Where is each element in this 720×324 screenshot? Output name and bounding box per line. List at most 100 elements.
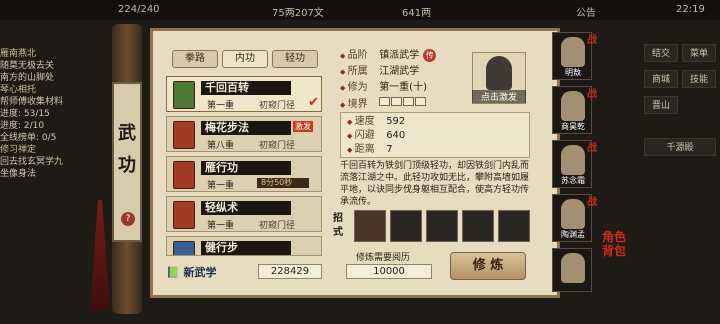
skill-name: 梅花步法 [201,121,291,135]
grade-value: 镇派武学 [379,50,420,61]
stat-value: 640 [386,130,406,141]
party-member[interactable] [552,248,592,292]
coins-text: 641两 [402,8,432,19]
quest-line: 进度: 53/15 [0,109,50,119]
skill-level: 第一重 [207,221,235,231]
stats-box: 速度 592 闪避 640 距离 7 [340,112,530,158]
stat-value: 7 [386,144,393,155]
avatar [561,145,585,175]
clock-text: 22:19 [676,4,705,15]
page-title: 武功 [118,123,136,176]
stat-value: 592 [386,116,406,127]
skill-name: 雁行功 [201,161,291,175]
skill-level: 第一重 [207,101,235,111]
member-name: 商昊乾 [561,122,585,131]
realm-label: 境界 [340,97,376,113]
skill-item[interactable]: 健行步 [166,236,322,256]
cost-value: 10000 [346,264,432,279]
skill-name: 健行步 [201,241,291,255]
cultivation-label: 修为 [340,80,376,96]
skill-item[interactable]: 雁行功 第一重 8分50秒 [166,156,322,192]
activate-label[interactable]: 点击激发 [472,90,526,103]
menu-button[interactable]: 晋山 [644,96,678,114]
skill-item[interactable]: 轻纵术 第一重 初窥门径 [166,196,322,232]
skill-name: 千回百转 [201,81,291,95]
menu-button[interactable]: 技能 [682,70,716,88]
stat-label: 速度 [347,115,383,129]
belong-label: 所属 [340,64,376,80]
new-skill-count: 228429 [258,264,322,279]
member-name: 明敖 [565,68,581,77]
right-menu: 结交 菜单 商城 技能 晋山 千源殿 [640,38,720,218]
skill-book-icon [173,121,195,149]
menu-button[interactable]: 结交 [644,44,678,62]
quest-panel: 雁南燕北 随莫无极去关 南方的山脚处 琴心相托 帮师傅收集材料 进度: 53/1… [0,48,110,248]
battle-mark: 战 [587,35,597,46]
cultivation-value: 第一重(十) [379,82,427,93]
move-icon[interactable] [390,210,422,242]
train-button[interactable]: 修 炼 [450,252,526,280]
quest-line: 回去找玄冥学九 [0,157,64,167]
move-icon[interactable] [498,210,530,242]
menu-button[interactable]: 商城 [644,70,678,88]
monk-figure-icon [486,56,512,90]
new-skill-button[interactable]: 📗 新武学 [166,264,217,280]
menu-button[interactable]: 千源殿 [644,138,716,156]
skill-book-icon [173,81,195,109]
quest-title[interactable]: 雁南燕北 [0,48,110,60]
skill-level: 第一重 [207,181,235,191]
notice-button[interactable]: 公告 [576,4,596,19]
party-member[interactable]: 陶渊孟 战 [552,194,597,242]
party-member[interactable]: 商昊乾 战 [552,86,597,134]
battle-mark: 战 [587,89,597,100]
avatar [561,253,585,283]
battle-mark: 战 [587,197,597,208]
quest-line: 全线榜单: 0/5 [0,133,57,143]
new-skill-label: 新武学 [183,266,217,279]
skill-item[interactable]: 梅花步法 激发 第八重 初窥门径 [166,116,322,152]
character-label[interactable]: 角色 [602,230,638,244]
quest-title[interactable]: 修习禅定 [0,144,110,156]
move-icon[interactable] [426,210,458,242]
member-name: 陶渊孟 [561,230,585,239]
silver-text: 75两207文 [272,8,324,19]
moves-label: 招式 [333,213,343,238]
skill-level: 第八重 [207,141,235,151]
skill-book-icon [173,161,195,189]
skill-state: 初窥门径 [259,101,296,111]
move-icon[interactable] [462,210,494,242]
skill-state: 初窥门径 [259,141,296,151]
skill-book-icon [173,241,195,255]
tab-lightness[interactable]: 轻功 [272,50,318,68]
member-name: 苏念霜 [561,176,585,185]
bag-label[interactable]: 背包 [602,244,638,258]
quest-line: 帮师傅收集材料 [0,97,64,107]
skill-name: 轻纵术 [201,201,291,215]
cost-label: 修炼需要阅历 [356,253,411,263]
checkmark-icon: ✔ [308,95,319,110]
top-bar: 224/240 75两207文 641两 公告 22:19 [0,0,720,20]
training-timer: 8分50秒 [257,178,309,188]
skill-state: 初窥门径 [259,221,296,231]
move-icon[interactable] [354,210,386,242]
party-member[interactable]: 明敖 战 [552,32,597,80]
energy-text: 224/240 [118,4,160,15]
menu-button[interactable]: 菜单 [682,44,716,62]
skill-description: 千回百转为铁剑门顶级轻功，却因铁剑门内乱而流落江湖之中。此轻功攻如无比，攀附高墙… [340,161,530,206]
corner-menu[interactable]: 角色 背包 [602,230,638,258]
avatar [561,199,585,229]
party-member[interactable]: 苏念霜 战 [552,140,597,188]
battle-mark: 战 [587,143,597,154]
skill-item[interactable]: 千回百转 第一重 初窥门径 ✔ [166,76,322,112]
tab-boxing[interactable]: 拳路 [172,50,218,68]
help-button[interactable]: ? [121,212,135,226]
quest-title[interactable]: 琴心相托 [0,84,110,96]
grade-label: 品阶 [340,48,376,64]
avatar [561,37,585,67]
quest-line: 随莫无极去关 [0,61,55,71]
stat-label: 闪避 [347,129,383,143]
realm-progress [379,96,427,112]
tab-inner-power[interactable]: 内功 [222,50,268,68]
quest-line: 坐像身法 [0,169,37,179]
tier-badge: 传 [423,49,437,62]
